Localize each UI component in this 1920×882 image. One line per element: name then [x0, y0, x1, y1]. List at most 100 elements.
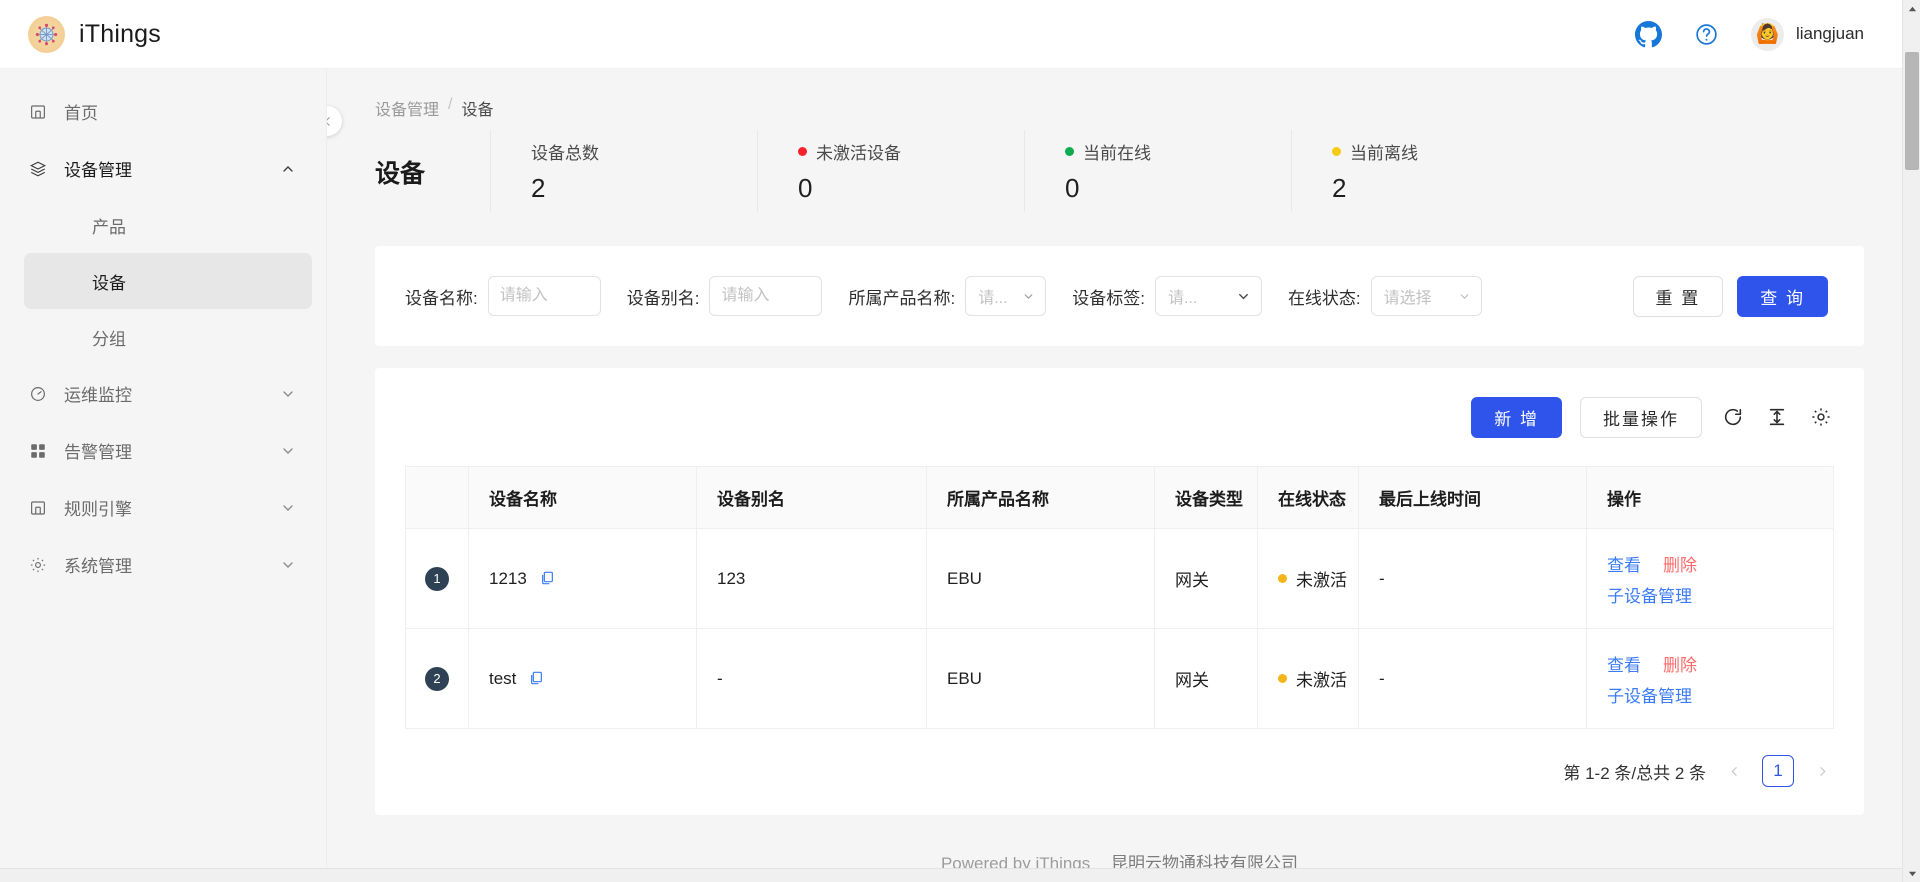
sidebar-subitem-product[interactable]: 产品 [24, 197, 312, 253]
chevron-up-icon[interactable] [280, 161, 296, 177]
footer: Powered by iThings 昆明云物通科技有限公司 [375, 815, 1864, 874]
sidebar-item-rule-engine[interactable]: 规则引擎 [0, 479, 326, 536]
chevron-down-icon[interactable] [280, 557, 296, 573]
sidebar-subitem-label: 产品 [92, 217, 126, 237]
user-avatar-icon: 🙆 [1750, 17, 1784, 51]
sidebar-subitem-device[interactable]: 设备 [24, 253, 312, 309]
device-tag-select[interactable]: 请... [1154, 276, 1262, 316]
chevron-left-icon [1730, 766, 1737, 776]
gear-icon[interactable] [1808, 404, 1834, 430]
reset-button[interactable]: 重 置 [1632, 275, 1724, 317]
sidebar-item-ops-monitoring[interactable]: 运维监控 [0, 365, 326, 422]
row-index-cell: 2 [405, 628, 469, 729]
filter-label: 设备标签: [1072, 288, 1145, 308]
chevron-down-icon [1024, 293, 1033, 299]
chevron-down-icon [1460, 293, 1469, 299]
app-title: iThings [79, 19, 161, 48]
filter-device-tag: 设备标签: 请... [1072, 276, 1262, 316]
sidebar-item-system-management[interactable]: 系统管理 [0, 536, 326, 593]
sub-device-management-link[interactable]: 子设备管理 [1607, 582, 1692, 607]
table-toolbar: 新 增 批量操作 [405, 368, 1834, 466]
sidebar-item-home[interactable]: 首页 [0, 83, 326, 140]
github-icon[interactable] [1634, 20, 1662, 48]
batch-operation-button[interactable]: 批量操作 [1580, 396, 1702, 438]
pagination-prev[interactable] [1722, 756, 1746, 786]
question-circle-icon[interactable] [1694, 22, 1719, 47]
cell-status: 未激活 [1257, 528, 1359, 629]
status-dot-green [1065, 146, 1074, 156]
column-header-status: 在线状态 [1257, 466, 1359, 529]
vertical-scrollbar[interactable] [1902, 0, 1920, 882]
scrollbar-thumb[interactable] [1905, 52, 1919, 170]
copy-icon[interactable] [528, 670, 544, 686]
status-dot-yellow [1278, 674, 1287, 683]
chevron-down-icon[interactable] [280, 443, 296, 459]
copy-icon[interactable] [539, 570, 555, 586]
column-header-actions: 操作 [1586, 466, 1834, 529]
cell-alias: 123 [696, 528, 927, 629]
sub-device-management-link[interactable]: 子设备管理 [1607, 682, 1692, 707]
sidebar-subitem-label: 分组 [92, 329, 126, 349]
scroll-down-arrow[interactable] [1903, 864, 1920, 882]
view-link[interactable]: 查看 [1607, 651, 1641, 676]
cell-status: 未激活 [1257, 628, 1359, 729]
cell-actions: 查看 删除 子设备管理 [1586, 528, 1834, 629]
stat-text: 当前离线 [1350, 143, 1418, 163]
cell-device-name: test [468, 628, 697, 729]
chevron-down-icon[interactable] [280, 500, 296, 516]
sidebar-item-label: 规则引擎 [64, 500, 132, 519]
breadcrumb-parent[interactable]: 设备管理 [375, 96, 439, 120]
chevron-down-icon[interactable] [280, 386, 296, 402]
stat-label: 未激活设备 [798, 139, 1024, 164]
cell-actions: 查看 删除 子设备管理 [1586, 628, 1834, 729]
delete-link[interactable]: 删除 [1663, 651, 1697, 676]
cell-last-online: - [1358, 628, 1587, 729]
gear-icon [28, 555, 48, 575]
horizontal-scrollbar[interactable] [0, 868, 1902, 882]
status-text: 未激活 [1296, 671, 1347, 690]
breadcrumb-separator: / [448, 96, 453, 113]
column-header-last-online: 最后上线时间 [1358, 466, 1587, 529]
pagination-next[interactable] [1810, 756, 1834, 786]
filter-bar: 设备名称: 设备别名: 所属产品名称: 请... 设备标签: 请... 在线状态… [375, 246, 1864, 346]
user-menu[interactable]: 🙆 liangjuan [1750, 17, 1864, 51]
stats-row: 设备 设备总数 2 未激活设备 0 当前在线 0 当前离线 2 [375, 130, 1864, 220]
stat-text: 当前在线 [1083, 143, 1151, 163]
device-name-input[interactable] [487, 276, 601, 316]
stat-card-online: 当前在线 0 [1024, 130, 1291, 212]
sidebar-item-device-management[interactable]: 设备管理 [0, 140, 326, 197]
table-header-row: 设备名称 设备别名 所属产品名称 设备类型 在线状态 最后上线时间 操作 [405, 466, 1834, 529]
scroll-up-arrow[interactable] [1903, 0, 1920, 18]
stat-card-total: 设备总数 2 [490, 130, 757, 212]
view-link[interactable]: 查看 [1607, 551, 1641, 576]
sidebar-collapse-toggle[interactable] [327, 106, 342, 136]
stat-label: 当前离线 [1332, 139, 1558, 164]
row-actions: 查看 删除 子设备管理 [1607, 651, 1757, 707]
column-header-index [405, 466, 469, 529]
sidebar-subitem-group[interactable]: 分组 [24, 309, 312, 365]
table-row[interactable]: 1 1213 123 EBU 网关 未激活 - 查看 删除 子设备管理 [405, 528, 1834, 629]
query-button[interactable]: 查 询 [1737, 275, 1828, 317]
gauge-icon [28, 384, 48, 404]
density-icon[interactable] [1764, 404, 1790, 430]
table-row[interactable]: 2 test - EBU 网关 未激活 - 查看 删除 子设备管理 [405, 628, 1834, 729]
sidebar-item-alarm-management[interactable]: 告警管理 [0, 422, 326, 479]
filter-product-name: 所属产品名称: 请... [848, 276, 1047, 316]
network-nodes-icon [28, 15, 65, 53]
product-name-select[interactable]: 请... [965, 276, 1047, 316]
refresh-icon[interactable] [1720, 404, 1746, 430]
online-status-select[interactable]: 请选择 [1370, 276, 1482, 316]
filter-label: 在线状态: [1287, 288, 1361, 308]
delete-link[interactable]: 删除 [1663, 551, 1697, 576]
pagination-page-1[interactable]: 1 [1762, 755, 1794, 787]
add-button[interactable]: 新 增 [1471, 396, 1562, 438]
sidebar-item-label: 运维监控 [64, 386, 132, 405]
cell-product: EBU [926, 628, 1155, 729]
stat-label: 当前在线 [1065, 139, 1291, 164]
chevron-down-icon [1239, 293, 1248, 299]
brand[interactable]: iThings [0, 15, 161, 53]
filter-label: 设备别名: [626, 288, 700, 308]
sidebar-item-label: 系统管理 [64, 557, 132, 576]
device-alias-input[interactable] [709, 276, 823, 316]
cell-type: 网关 [1154, 528, 1258, 629]
